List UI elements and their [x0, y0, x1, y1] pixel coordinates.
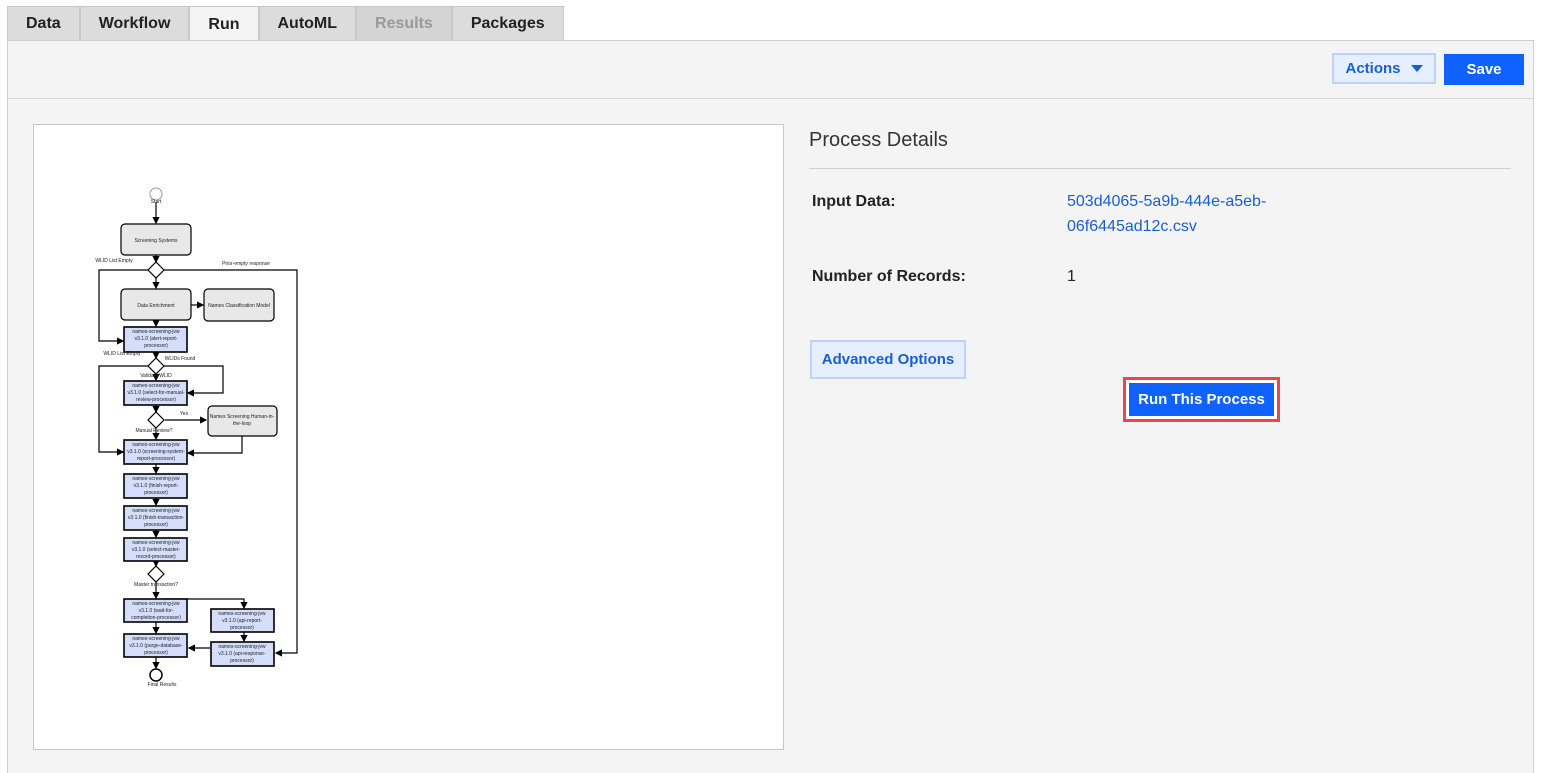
workflow-diagram-svg: Start Screening Systems WLID List Empty …	[95, 187, 298, 688]
diagram-yes: Yes	[180, 411, 189, 417]
diagram-master-txn: Master transaction?	[134, 582, 178, 588]
tab-workflow[interactable]: Workflow	[79, 6, 190, 40]
svg-text:names-screening-jvw: names-screening-jvw	[132, 476, 180, 482]
svg-text:processor): processor)	[144, 343, 168, 349]
svg-text:v3.1.0 (api-response-: v3.1.0 (api-response-	[218, 651, 266, 657]
diagram-human-loop-1: Names Screening Human-in-	[210, 414, 275, 420]
records-value: 1	[1067, 268, 1076, 285]
diagram-screening-systems: Screening Systems	[134, 238, 178, 244]
diagram-names-classification: Names Classification Model	[208, 303, 270, 309]
diagram-data-enrichment: Data Enrichment	[137, 303, 175, 309]
tab-packages[interactable]: Packages	[451, 6, 564, 40]
tab-data[interactable]: Data	[7, 6, 80, 40]
tab-results: Results	[356, 6, 452, 40]
input-data-label: Input Data:	[812, 193, 896, 210]
diagram-wlids-found: WLIDs Found	[165, 356, 196, 362]
svg-text:names-screening-jvw: names-screening-jvw	[218, 644, 266, 650]
svg-text:v3.1.0 (screening-system-: v3.1.0 (screening-system-	[127, 449, 185, 455]
diagram-start-label: Start	[151, 199, 162, 205]
input-data-link-line2: 06f6445ad12c.csv	[1067, 218, 1197, 235]
diagram-wlid-list-empty-2: WLID List Empty	[103, 351, 141, 357]
svg-text:v3.1.0 (select-master-: v3.1.0 (select-master-	[132, 547, 181, 553]
svg-text:names-screening-jvw: names-screening-jvw	[132, 383, 180, 389]
svg-text:report-processor): report-processor)	[137, 456, 176, 462]
run-process-button[interactable]: Run This Process	[1129, 383, 1274, 416]
tab-run[interactable]: Run	[189, 6, 259, 42]
diagram-wlid-list-empty: WLID List Empty	[95, 258, 133, 264]
actions-button-label: Actions	[1345, 60, 1401, 77]
svg-text:review-processor): review-processor)	[136, 397, 176, 403]
svg-text:completion-processor): completion-processor)	[131, 615, 181, 621]
svg-text:processor): processor)	[230, 625, 254, 631]
svg-text:processor): processor)	[144, 490, 168, 496]
svg-text:processor): processor)	[230, 658, 254, 664]
caret-down-icon	[1410, 65, 1423, 72]
svg-text:record-processor): record-processor)	[136, 554, 176, 560]
diagram-end-label: Final Results	[148, 682, 177, 688]
details-divider	[809, 168, 1511, 169]
process-details-title: Process Details	[809, 129, 948, 151]
svg-text:v3.1.0 (select-for-manual-: v3.1.0 (select-for-manual-	[128, 390, 185, 396]
svg-text:v3.1.0 (api-report-: v3.1.0 (api-report-	[222, 618, 262, 624]
svg-text:v3.1.0 (finish-report-: v3.1.0 (finish-report-	[134, 483, 179, 489]
records-label: Number of Records:	[812, 268, 966, 285]
svg-text:v3.1.0 (purge-database-: v3.1.0 (purge-database-	[129, 643, 183, 649]
svg-text:names-screening-jvw: names-screening-jvw	[132, 508, 180, 514]
actions-button[interactable]: Actions	[1332, 53, 1436, 84]
diagram-manual-review: Manual Review?	[136, 428, 173, 434]
svg-text:v3.1.0 (alert-report-: v3.1.0 (alert-report-	[135, 336, 178, 342]
svg-text:names-screening-jvw: names-screening-jvw	[218, 611, 266, 617]
svg-text:names-screening-jvw: names-screening-jvw	[132, 329, 180, 335]
diagram-node-select-master: names-screening-jvwv3.1.0 (select-master…	[132, 540, 181, 560]
svg-text:processor): processor)	[144, 650, 168, 656]
input-data-link-line1: 503d4065-5a9b-444e-a5eb-	[1067, 193, 1267, 210]
input-data-link[interactable]: 503d4065-5a9b-444e-a5eb- 06f6445ad12c.cs…	[1067, 189, 1297, 239]
svg-text:names-screening-jvw: names-screening-jvw	[132, 636, 180, 642]
save-button[interactable]: Save	[1444, 54, 1524, 85]
svg-text:names-screening-jvw: names-screening-jvw	[132, 540, 180, 546]
svg-text:processor): processor)	[144, 522, 168, 528]
diagram-prior-response: Prior-empty response	[222, 261, 270, 267]
advanced-options-button[interactable]: Advanced Options	[810, 340, 966, 379]
svg-text:v3.1.0 (wait-for-: v3.1.0 (wait-for-	[139, 608, 174, 614]
svg-text:names-screening-jvw: names-screening-jvw	[132, 601, 180, 607]
svg-text:v3.1.0 (finish-transaction-: v3.1.0 (finish-transaction-	[128, 515, 184, 521]
toolbar: Actions Save	[8, 41, 1533, 99]
svg-text:names-screening-jvw: names-screening-jvw	[132, 442, 180, 448]
run-panel: Actions Save Start Screening Systems WLI…	[7, 40, 1534, 773]
tab-automl[interactable]: AutoML	[258, 6, 357, 40]
diagram-human-loop-2: the-loop	[233, 421, 251, 427]
diagram-validate: Validate WLID	[140, 373, 172, 379]
workflow-diagram: Start Screening Systems WLID List Empty …	[33, 124, 784, 750]
tab-bar: Data Workflow Run AutoML Results Package…	[7, 6, 564, 42]
